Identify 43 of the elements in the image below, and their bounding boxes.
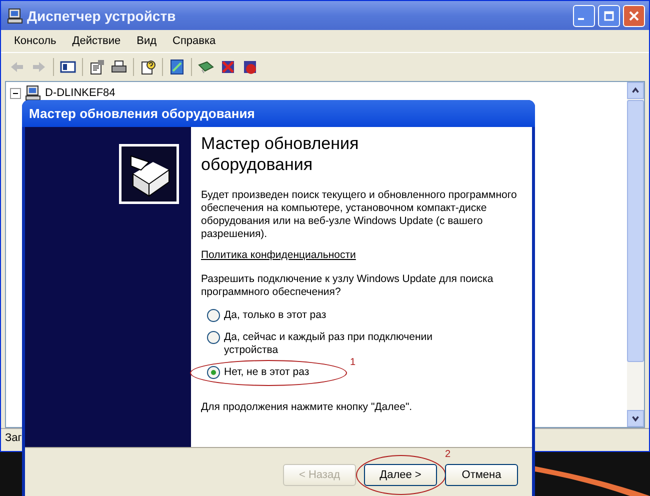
computer-icon	[7, 8, 23, 24]
radio-button[interactable]	[207, 366, 220, 379]
radio-button[interactable]	[207, 331, 220, 344]
menu-item[interactable]: Консоль	[7, 33, 64, 49]
chevron-up-icon	[631, 86, 640, 95]
tree-item[interactable]: D-DLINKEF84	[45, 87, 116, 99]
maximize-icon	[604, 10, 614, 20]
computer-icon	[25, 85, 41, 101]
printer-icon[interactable]	[111, 59, 127, 75]
close-button[interactable]	[623, 4, 645, 26]
menu-item[interactable]: Справка	[166, 33, 223, 49]
scrollbar-thumb[interactable]	[627, 100, 644, 362]
scroll-up-button[interactable]	[627, 82, 644, 99]
tree-expander[interactable]	[10, 88, 21, 98]
option-label[interactable]: Да, только в этот раз	[224, 309, 464, 322]
menu-item[interactable]: Вид	[130, 33, 164, 49]
instruction-text: Для продолжения нажмите кнопку "Далее".	[201, 401, 414, 414]
close-icon	[629, 10, 639, 20]
wizard-button[interactable]: Далее >	[364, 464, 437, 486]
maximize-button[interactable]	[598, 4, 620, 26]
annotation-number: 1	[350, 357, 356, 368]
vertical-scrollbar[interactable]	[627, 82, 644, 427]
menu-item[interactable]: Действие	[65, 33, 128, 49]
minimize-icon	[578, 18, 584, 20]
minimize-button[interactable]	[573, 4, 595, 26]
window-title: Диспетчер устройств	[27, 8, 177, 24]
scroll-down-button[interactable]	[627, 410, 644, 427]
option-label[interactable]: Нет, не в этот раз	[224, 366, 310, 379]
radio-button[interactable]	[207, 309, 220, 322]
privacy-link[interactable]: Политика конфиденциальности	[201, 249, 356, 261]
hardware-box-icon	[119, 144, 179, 204]
option-label[interactable]: Да, сейчас и каждый раз при подключении устройства	[224, 331, 464, 357]
console-tree-icon[interactable]	[60, 59, 76, 75]
description-text: Будет произведен поиск текущего и обновленного программного обеспечения на компьютере, установочном компакт-диске оборудования или на веб-узле Windows Update (с вашего разрешения).	[201, 189, 518, 241]
annotation-number: 2	[445, 449, 451, 460]
help-icon[interactable]	[140, 59, 156, 75]
question-text: Разрешить подключение к узлу Windows Update для поиска программного обеспечения?	[201, 273, 494, 299]
chevron-down-icon	[631, 414, 640, 423]
dialog-title: Мастер обновления оборудования	[29, 106, 255, 121]
status-text: Заг	[5, 432, 22, 444]
wizard-button[interactable]: Отмена	[445, 464, 518, 486]
wizard-heading: Мастер обновления оборудования	[201, 133, 360, 175]
properties-icon[interactable]	[89, 59, 105, 75]
